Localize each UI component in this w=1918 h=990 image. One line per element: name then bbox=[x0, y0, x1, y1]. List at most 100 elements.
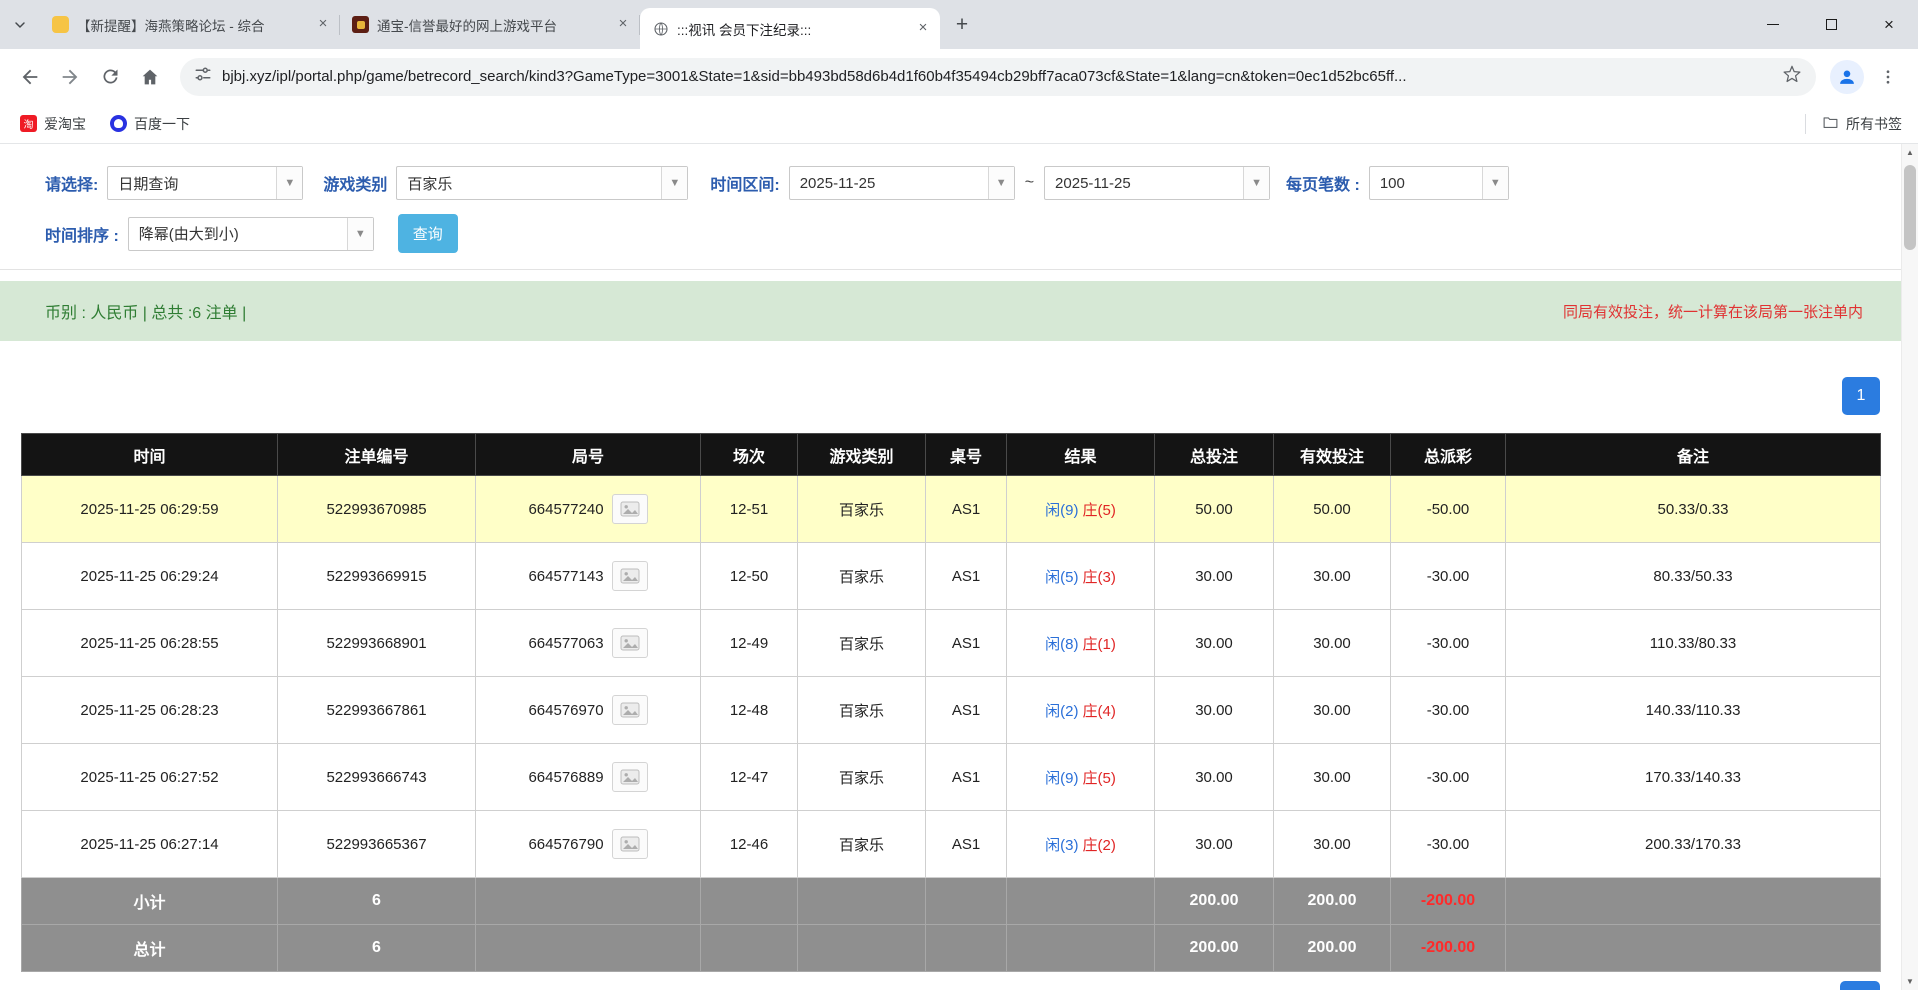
bottom-pagination-button-clipped[interactable] bbox=[1840, 981, 1880, 990]
result-banker: 庄(3) bbox=[1083, 569, 1116, 586]
cell-remark: 170.33/140.33 bbox=[1506, 744, 1881, 811]
cell-total-bet[interactable]: 30.00 bbox=[1155, 677, 1274, 744]
bookmark-baidu[interactable]: 百度一下 bbox=[106, 110, 200, 138]
result-image-icon[interactable] bbox=[612, 829, 648, 859]
tab-title: :::视讯 会员下注纪录::: bbox=[677, 19, 906, 39]
cell-valid-bet: 30.00 bbox=[1274, 677, 1391, 744]
forward-icon[interactable] bbox=[50, 57, 90, 97]
cell-bet-id: 522993666743 bbox=[278, 744, 476, 811]
date-to-value: 2025-11-25 bbox=[1045, 175, 1243, 192]
total-row: 总计 6 200.00 200.00 -200.00 bbox=[22, 925, 1881, 972]
chevron-down-icon[interactable]: ▼ bbox=[1482, 167, 1508, 199]
chevron-down-icon[interactable]: ▼ bbox=[1243, 167, 1269, 199]
result-player: 闲(9) bbox=[1045, 770, 1078, 787]
page-1-button[interactable]: 1 bbox=[1842, 377, 1880, 415]
cell-total-bet[interactable]: 50.00 bbox=[1155, 476, 1274, 543]
all-bookmarks-button[interactable]: 所有书签 bbox=[1805, 114, 1902, 134]
result-image-icon[interactable] bbox=[612, 762, 648, 792]
table-row: 2025-11-25 06:27:14 522993665367 6645767… bbox=[22, 811, 1881, 878]
result-image-icon[interactable] bbox=[612, 695, 648, 725]
browser-menu-icon[interactable] bbox=[1868, 57, 1908, 97]
cell-table: AS1 bbox=[926, 811, 1007, 878]
scroll-down-icon[interactable]: ▼ bbox=[1902, 973, 1918, 990]
home-icon[interactable] bbox=[130, 57, 170, 97]
sort-select[interactable]: 降幂(由大到小) ▼ bbox=[128, 217, 374, 251]
maximize-button[interactable] bbox=[1802, 0, 1860, 49]
game-type-select[interactable]: 百家乐 ▼ bbox=[396, 166, 688, 200]
chevron-down-icon[interactable]: ▼ bbox=[347, 218, 373, 250]
navigation-bar: bjbj.xyz/ipl/portal.php/game/betrecord_s… bbox=[0, 49, 1918, 104]
empty-cell bbox=[1506, 925, 1881, 972]
url-text[interactable]: bjbj.xyz/ipl/portal.php/game/betrecord_s… bbox=[222, 68, 1772, 85]
chevron-down-icon[interactable]: ▼ bbox=[276, 167, 302, 199]
site-settings-icon[interactable] bbox=[194, 65, 212, 88]
page-size-value: 100 bbox=[1370, 175, 1482, 192]
scrollbar-thumb[interactable] bbox=[1904, 165, 1916, 250]
search-button[interactable]: 查询 bbox=[398, 214, 458, 253]
cell-game: 百家乐 bbox=[798, 610, 926, 677]
cell-total-bet[interactable]: 30.00 bbox=[1155, 543, 1274, 610]
window-controls: × bbox=[1744, 0, 1918, 49]
cell-table: AS1 bbox=[926, 744, 1007, 811]
empty-cell bbox=[798, 878, 926, 925]
close-button[interactable]: × bbox=[1860, 0, 1918, 49]
scroll-up-icon[interactable]: ▲ bbox=[1902, 144, 1918, 161]
new-tab-button[interactable]: + bbox=[946, 9, 978, 41]
cell-session: 12-48 bbox=[701, 677, 798, 744]
cell-result: 闲(9)庄(5) bbox=[1007, 744, 1155, 811]
table-row: 2025-11-25 06:29:59 522993670985 6645772… bbox=[22, 476, 1881, 543]
date-to-select[interactable]: 2025-11-25 ▼ bbox=[1044, 166, 1270, 200]
query-mode-select[interactable]: 日期查询 ▼ bbox=[107, 166, 303, 200]
cell-remark: 110.33/80.33 bbox=[1506, 610, 1881, 677]
query-mode-value: 日期查询 bbox=[108, 173, 276, 194]
profile-avatar[interactable] bbox=[1830, 60, 1864, 94]
chevron-down-icon[interactable]: ▼ bbox=[661, 167, 687, 199]
tab-close-icon[interactable]: × bbox=[914, 20, 932, 38]
cell-table: AS1 bbox=[926, 476, 1007, 543]
cell-result: 闲(9)庄(5) bbox=[1007, 476, 1155, 543]
cell-round: 664576970 bbox=[476, 677, 701, 744]
cell-round: 664576790 bbox=[476, 811, 701, 878]
browser-tab-tongbao[interactable]: 通宝-信誉最好的网上游戏平台 × bbox=[340, 5, 640, 45]
cell-total-bet[interactable]: 30.00 bbox=[1155, 744, 1274, 811]
result-banker: 庄(1) bbox=[1083, 636, 1116, 653]
cell-bet-id: 522993668901 bbox=[278, 610, 476, 677]
cell-session: 12-47 bbox=[701, 744, 798, 811]
cell-game: 百家乐 bbox=[798, 677, 926, 744]
reload-icon[interactable] bbox=[90, 57, 130, 97]
result-image-icon[interactable] bbox=[612, 628, 648, 658]
result-image-icon[interactable] bbox=[612, 494, 648, 524]
browser-tab-forum[interactable]: 【新提醒】海燕策略论坛 - 综合 × bbox=[40, 5, 340, 45]
result-image-icon[interactable] bbox=[612, 561, 648, 591]
subtotal-payout: -200.00 bbox=[1391, 878, 1506, 925]
cell-payout: -30.00 bbox=[1391, 610, 1506, 677]
browser-tab-bet-records[interactable]: :::视讯 会员下注纪录::: × bbox=[640, 8, 940, 49]
cell-session: 12-49 bbox=[701, 610, 798, 677]
minimize-button[interactable] bbox=[1744, 0, 1802, 49]
tab-close-icon[interactable]: × bbox=[314, 16, 332, 34]
cell-total-bet[interactable]: 30.00 bbox=[1155, 811, 1274, 878]
bet-records-page: 请选择: 日期查询 ▼ 游戏类别 百家乐 ▼ 时间区间: 2025-11-25 … bbox=[0, 144, 1918, 990]
cell-session: 12-50 bbox=[701, 543, 798, 610]
date-from-select[interactable]: 2025-11-25 ▼ bbox=[789, 166, 1015, 200]
bookmark-star-icon[interactable] bbox=[1782, 64, 1802, 89]
cell-round: 664577143 bbox=[476, 543, 701, 610]
result-player: 闲(2) bbox=[1045, 703, 1078, 720]
url-bar[interactable]: bjbj.xyz/ipl/portal.php/game/betrecord_s… bbox=[180, 58, 1816, 96]
cell-bet-id: 522993670985 bbox=[278, 476, 476, 543]
cell-total-bet[interactable]: 30.00 bbox=[1155, 610, 1274, 677]
cell-time: 2025-11-25 06:27:52 bbox=[22, 744, 278, 811]
bet-records-table: 时间 注单编号 局号 场次 游戏类别 桌号 结果 总投注 有效投注 总派彩 备注… bbox=[21, 433, 1881, 972]
tab-close-icon[interactable]: × bbox=[614, 16, 632, 34]
page-size-label: 每页笔数 : bbox=[1286, 171, 1360, 195]
filter-row-1: 请选择: 日期查询 ▼ 游戏类别 百家乐 ▼ 时间区间: 2025-11-25 … bbox=[0, 166, 1918, 200]
bookmark-aitaobao[interactable]: 淘 爱淘宝 bbox=[16, 110, 96, 138]
cell-result: 闲(5)庄(3) bbox=[1007, 543, 1155, 610]
round-number: 664577240 bbox=[528, 501, 603, 518]
cell-result: 闲(8)庄(1) bbox=[1007, 610, 1155, 677]
chevron-down-icon[interactable]: ▼ bbox=[988, 167, 1014, 199]
tab-search-chevron-icon[interactable] bbox=[0, 0, 40, 49]
back-icon[interactable] bbox=[10, 57, 50, 97]
page-size-select[interactable]: 100 ▼ bbox=[1369, 166, 1509, 200]
page-scrollbar[interactable]: ▲ ▼ bbox=[1901, 144, 1918, 990]
